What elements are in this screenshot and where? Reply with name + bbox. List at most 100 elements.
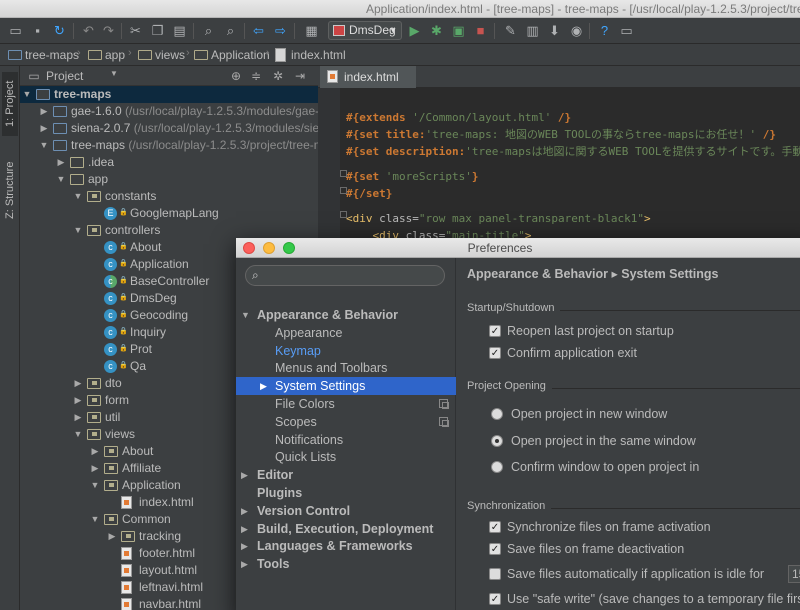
gear-icon[interactable]: ✲ xyxy=(270,68,286,84)
structure-icon[interactable]: ▥ xyxy=(524,22,541,39)
undo-icon[interactable]: ↶ xyxy=(80,22,97,39)
confirm-exit-checkbox[interactable]: ✓ Confirm application exit xyxy=(489,344,637,362)
settings-tree-item[interactable]: ▶ Build, Execution, Deployment xyxy=(236,520,456,538)
tree-row[interactable]: ▶ siena-2.0.7 (/usr/local/play-1.2.5.3/mo… xyxy=(20,120,318,137)
breadcrumb-item[interactable]: views xyxy=(136,47,185,63)
stop-icon[interactable]: ■ xyxy=(472,22,489,39)
collapsed-arrow-icon[interactable]: ▶ xyxy=(73,392,83,409)
forward-icon[interactable]: ⇨ xyxy=(272,22,289,39)
settings-tree-item[interactable]: Plugins xyxy=(236,484,456,502)
reopen-last-project-checkbox[interactable]: ✓ Reopen last project on startup xyxy=(489,322,674,340)
fold-marker-icon[interactable] xyxy=(340,211,347,218)
tree-row[interactable]: ▶ .idea xyxy=(20,154,318,171)
expanded-arrow-icon[interactable]: ▼ xyxy=(90,511,100,528)
collapsed-arrow-icon[interactable]: ▶ xyxy=(73,375,83,392)
expanded-arrow-icon[interactable]: ▼ xyxy=(39,137,49,154)
help-icon[interactable]: ? xyxy=(596,22,613,39)
collapse-all-icon[interactable]: ≑ xyxy=(248,68,264,84)
collapsed-arrow-icon[interactable]: ▶ xyxy=(107,528,117,545)
save-on-deactivation-checkbox[interactable]: ✓ Save files on frame deactivation xyxy=(489,540,684,558)
open-folder-icon[interactable]: ▭ xyxy=(7,22,24,39)
copy-icon[interactable]: ❐ xyxy=(149,22,166,39)
fold-marker-icon[interactable] xyxy=(340,187,347,194)
scroll-from-source-icon[interactable]: ⊕ xyxy=(228,68,244,84)
settings-tree-item[interactable]: Menus and Toolbars xyxy=(236,359,456,377)
collapsed-arrow-icon[interactable]: ▶ xyxy=(90,443,100,460)
settings-tree-item[interactable]: Scopes xyxy=(236,413,456,431)
redo-icon[interactable]: ↷ xyxy=(100,22,117,39)
collapsed-arrow-icon[interactable]: ▶ xyxy=(260,377,267,395)
breadcrumb-item[interactable]: tree-maps xyxy=(6,47,79,63)
expanded-arrow-icon[interactable]: ▼ xyxy=(90,477,100,494)
fold-marker-icon[interactable] xyxy=(340,170,347,177)
tree-row[interactable]: 🔒 E GooglemapLang xyxy=(20,205,318,222)
expanded-arrow-icon[interactable]: ▼ xyxy=(22,86,32,103)
paste-icon[interactable]: ▤ xyxy=(171,22,188,39)
breadcrumb-item[interactable]: Application xyxy=(192,47,270,63)
breadcrumb-item[interactable]: app xyxy=(86,47,125,63)
tree-row[interactable]: ▶ gae-1.6.0 (/usr/local/play-1.2.5.3/modu… xyxy=(20,103,318,120)
idle-seconds-input[interactable]: 15 xyxy=(788,565,800,583)
collapsed-arrow-icon[interactable]: ▶ xyxy=(241,466,248,484)
editor-tab[interactable]: index.html xyxy=(320,66,416,88)
chevron-down-icon[interactable]: ▼ xyxy=(110,69,118,78)
find-icon[interactable]: ⌕ xyxy=(200,22,217,39)
android-icon[interactable]: ◉ xyxy=(568,22,585,39)
collapsed-arrow-icon[interactable]: ▶ xyxy=(241,520,248,538)
settings-tree-item[interactable]: ▶ Languages & Frameworks xyxy=(236,537,456,555)
expanded-arrow-icon[interactable]: ▼ xyxy=(73,222,83,239)
settings-tree-item[interactable]: Notifications xyxy=(236,431,456,449)
coverage-icon[interactable]: ▣ xyxy=(450,22,467,39)
settings-tree-item[interactable]: ▼ Appearance & Behavior xyxy=(236,306,456,324)
expanded-arrow-icon[interactable]: ▼ xyxy=(73,426,83,443)
settings-icon[interactable]: ✎ xyxy=(502,22,519,39)
radio-same-window[interactable]: Open project in the same window xyxy=(491,432,696,450)
sync-on-activation-checkbox[interactable]: ✓ Synchronize files on frame activation xyxy=(489,518,711,536)
debug-icon[interactable]: ✱ xyxy=(428,22,445,39)
settings-tree-item[interactable]: Quick Lists xyxy=(236,448,456,466)
project-tool-tab[interactable]: 1: Project xyxy=(2,72,18,136)
run-config-select[interactable]: DmsDeg ▼ xyxy=(328,21,402,40)
settings-tree-item[interactable]: Appearance xyxy=(236,324,456,342)
autosave-idle-checkbox[interactable]: Save files automatically if application … xyxy=(489,565,764,583)
collapsed-arrow-icon[interactable]: ▶ xyxy=(241,537,248,555)
settings-tree-item[interactable]: File Colors xyxy=(236,395,456,413)
run-icon[interactable]: ▶ xyxy=(406,22,423,39)
collapsed-arrow-icon[interactable]: ▶ xyxy=(56,154,66,171)
settings-tree-item[interactable]: ▶ System Settings xyxy=(236,377,456,396)
settings-tree-item[interactable]: ▶ Version Control xyxy=(236,502,456,520)
tree-row[interactable]: ▼ controllers xyxy=(20,222,318,239)
minimize-window-button[interactable] xyxy=(263,242,275,254)
replace-icon[interactable]: ⌕ xyxy=(222,22,239,39)
sync-icon[interactable]: ↻ xyxy=(51,22,68,39)
expanded-arrow-icon[interactable]: ▼ xyxy=(56,171,66,188)
save-icon[interactable]: ▪ xyxy=(29,22,46,39)
settings-tree-item[interactable]: ▶ Editor xyxy=(236,466,456,484)
expanded-arrow-icon[interactable]: ▼ xyxy=(241,306,250,324)
cut-icon[interactable]: ✂ xyxy=(127,22,144,39)
expanded-arrow-icon[interactable]: ▼ xyxy=(73,188,83,205)
collapsed-arrow-icon[interactable]: ▶ xyxy=(241,555,248,573)
terminal-icon[interactable]: ▭ xyxy=(618,22,635,39)
settings-tree-item[interactable]: ▶ Tools xyxy=(236,555,456,573)
collapsed-arrow-icon[interactable]: ▶ xyxy=(90,460,100,477)
radio-new-window[interactable]: Open project in new window xyxy=(491,405,667,423)
build-icon[interactable]: ▦ xyxy=(303,22,320,39)
project-view-label[interactable]: Project xyxy=(46,69,83,83)
breadcrumb-item[interactable]: index.html xyxy=(272,47,346,63)
close-window-button[interactable] xyxy=(243,242,255,254)
hide-panel-icon[interactable]: ⇥ xyxy=(292,68,308,84)
structure-tool-tab[interactable]: Z: Structure xyxy=(2,150,18,230)
collapsed-arrow-icon[interactable]: ▶ xyxy=(39,103,49,120)
safe-write-checkbox[interactable]: ✓ Use "safe write" (save changes to a te… xyxy=(489,590,800,608)
radio-confirm-window[interactable]: Confirm window to open project in xyxy=(491,458,699,476)
settings-search-input[interactable]: ⌕ xyxy=(245,265,445,286)
tree-row[interactable]: ▼ app xyxy=(20,171,318,188)
zoom-window-button[interactable] xyxy=(283,242,295,254)
vcs-icon[interactable]: ⬇ xyxy=(546,22,563,39)
tree-row[interactable]: ▼ constants xyxy=(20,188,318,205)
collapsed-arrow-icon[interactable]: ▶ xyxy=(73,409,83,426)
back-icon[interactable]: ⇦ xyxy=(250,22,267,39)
collapsed-arrow-icon[interactable]: ▶ xyxy=(241,502,248,520)
tree-row[interactable]: ▼ tree-maps (/usr/local/play-1.2.5.3/proj… xyxy=(20,137,318,154)
